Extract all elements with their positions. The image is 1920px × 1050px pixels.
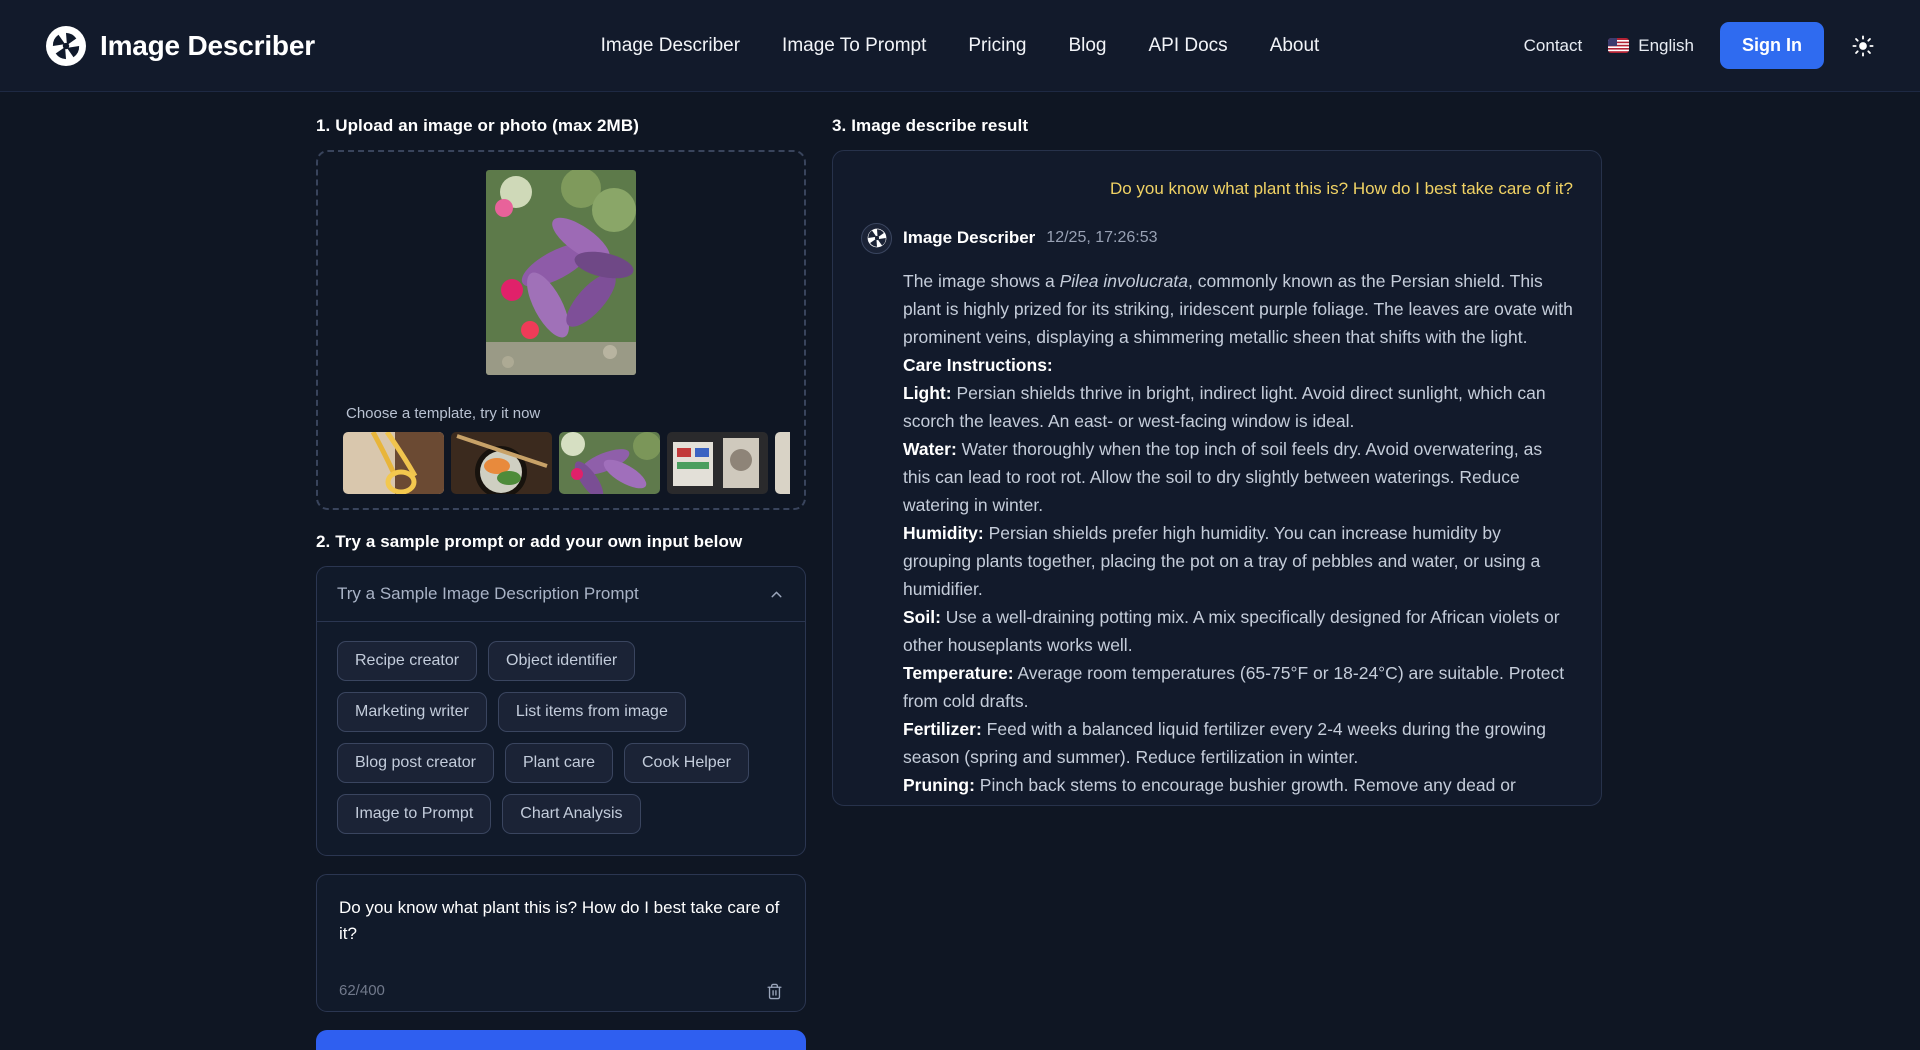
right-column: 3. Image describe result Do you know wha…: [832, 116, 1602, 1050]
user-question: Do you know what plant this is? How do I…: [1109, 179, 1573, 198]
nav-item-image-to-prompt[interactable]: Image To Prompt: [782, 35, 926, 57]
nav-item-about[interactable]: About: [1270, 35, 1320, 57]
prompt-textarea-value: Do you know what plant this is? How do I…: [339, 898, 780, 944]
prompt-chip-blog-post-creator[interactable]: Blog post creator: [337, 743, 494, 783]
template-thumb-food-bowl[interactable]: [451, 432, 552, 494]
species-name: Pilea involucrata: [1059, 270, 1189, 291]
chevron-up-icon[interactable]: [768, 586, 785, 603]
header-actions: Contact English Sign In: [1524, 22, 1874, 69]
template-thumb-wooden-stack[interactable]: [775, 432, 790, 494]
uploaded-image-preview[interactable]: [486, 170, 636, 375]
character-counter: 62/400: [339, 982, 385, 999]
nav-item-pricing[interactable]: Pricing: [968, 35, 1026, 57]
preview-container: [332, 170, 790, 399]
care-term-water: Water:: [903, 438, 957, 459]
care-text-light: Persian shields thrive in bright, indire…: [903, 382, 1546, 431]
sign-in-button[interactable]: Sign In: [1720, 22, 1824, 69]
nav-item-blog[interactable]: Blog: [1068, 35, 1106, 57]
sample-prompt-panel: Try a Sample Image Description Prompt Re…: [316, 566, 806, 856]
assistant-name: Image Describer: [903, 228, 1036, 248]
sample-prompt-dropdown[interactable]: Try a Sample Image Description Prompt: [317, 567, 805, 622]
prompt-chip-recipe-creator[interactable]: Recipe creator: [337, 641, 478, 681]
care-heading: Care Instructions:: [903, 354, 1053, 375]
main-nav: Image Describer Image To Prompt Pricing …: [601, 35, 1320, 57]
brand[interactable]: Image Describer: [46, 25, 315, 66]
upload-section-title: 1. Upload an image or photo (max 2MB): [316, 116, 639, 135]
prompt-chip-list-items-from-image[interactable]: List items from image: [497, 692, 686, 732]
language-label: English: [1638, 35, 1694, 55]
care-term-soil: Soil:: [903, 606, 941, 627]
care-text-pruning: Pinch back stems to encourage bushier gr…: [903, 774, 1516, 805]
care-text-soil: Use a well-draining potting mix. A mix s…: [903, 606, 1560, 655]
nav-item-image-describer[interactable]: Image Describer: [601, 35, 740, 57]
main-content: 1. Upload an image or photo (max 2MB) Ch…: [0, 92, 1920, 1050]
prompt-chip-object-identifier[interactable]: Object identifier: [488, 641, 636, 681]
trash-icon[interactable]: [766, 983, 783, 1000]
prompt-chip-plant-care[interactable]: Plant care: [504, 743, 613, 783]
prompt-chip-cook-helper[interactable]: Cook Helper: [624, 743, 749, 783]
brand-title: Image Describer: [100, 29, 315, 61]
contact-link[interactable]: Contact: [1524, 36, 1583, 56]
template-thumbnails: [343, 432, 790, 494]
left-column: 1. Upload an image or photo (max 2MB) Ch…: [316, 116, 806, 1050]
prompt-chip-chart-analysis[interactable]: Chart Analysis: [502, 794, 641, 834]
care-text-fertilizer: Feed with a balanced liquid fertilizer e…: [903, 718, 1546, 767]
image-dropzone[interactable]: Choose a template, try it now: [316, 150, 806, 510]
site-header: Image Describer Image Describer Image To…: [0, 0, 1920, 92]
result-panel: Do you know what plant this is? How do I…: [832, 150, 1602, 806]
prompt-section-title: 2. Try a sample prompt or add your own i…: [316, 532, 743, 551]
care-term-pruning: Pruning:: [903, 774, 975, 795]
prompt-textarea[interactable]: Do you know what plant this is? How do I…: [316, 874, 806, 1012]
intro-prefix: The image shows a: [903, 270, 1060, 291]
care-term-fertilizer: Fertilizer:: [903, 718, 982, 739]
care-text-water: Water thoroughly when the top inch of so…: [903, 438, 1543, 515]
prompt-chip-list: Recipe creator Object identifier Marketi…: [317, 622, 805, 855]
care-text-humidity: Persian shields prefer high humidity. Yo…: [903, 522, 1541, 599]
aperture-icon: [46, 25, 86, 66]
assistant-message-body: The image shows a Pilea involucrata, com…: [861, 267, 1573, 805]
aperture-icon: [861, 222, 892, 254]
care-term-temperature: Temperature:: [903, 662, 1014, 683]
template-label: Choose a template, try it now: [346, 405, 541, 422]
care-term-light: Light:: [903, 382, 952, 403]
template-thumb-gold-necklace[interactable]: [343, 432, 444, 494]
sample-prompt-dropdown-label: Try a Sample Image Description Prompt: [337, 584, 639, 603]
describe-image-button[interactable]: Describe Image: [316, 1030, 806, 1050]
result-section-title: 3. Image describe result: [832, 116, 1029, 135]
sun-icon[interactable]: [1852, 34, 1874, 57]
care-term-humidity: Humidity:: [903, 522, 984, 543]
language-selector[interactable]: English: [1608, 36, 1694, 56]
us-flag-icon: [1608, 38, 1630, 53]
template-thumb-desk-items[interactable]: [667, 432, 768, 494]
assistant-message-header: Image Describer 12/25, 17:26:53: [861, 222, 1573, 254]
nav-item-api-docs[interactable]: API Docs: [1148, 35, 1227, 57]
prompt-chip-image-to-prompt[interactable]: Image to Prompt: [337, 794, 492, 834]
template-thumb-purple-plant[interactable]: [559, 432, 660, 494]
prompt-chip-marketing-writer[interactable]: Marketing writer: [337, 692, 487, 732]
message-timestamp: 12/25, 17:26:53: [1046, 229, 1158, 247]
